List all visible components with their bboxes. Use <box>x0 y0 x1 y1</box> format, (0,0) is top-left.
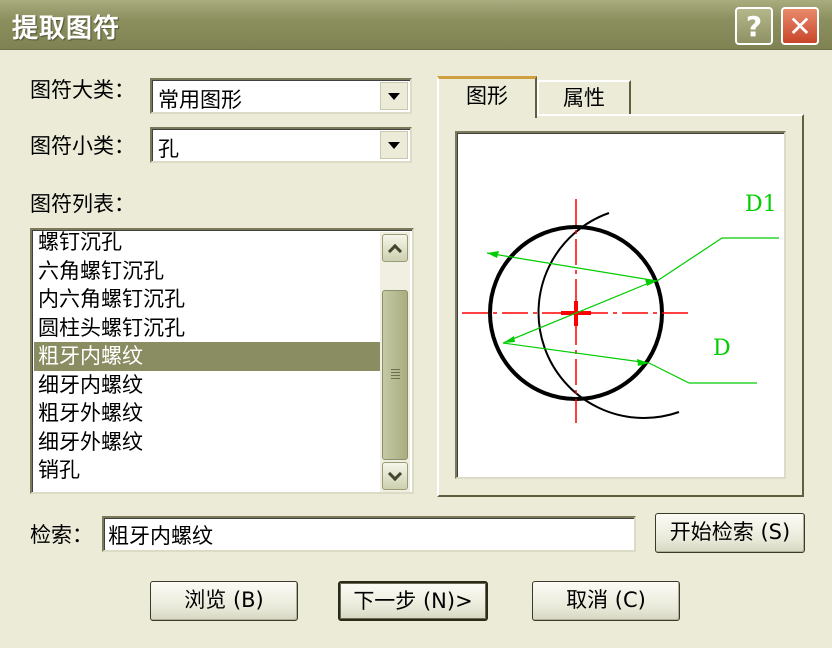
help-button[interactable]: ? <box>735 7 773 45</box>
d1-dimension-line <box>486 252 658 282</box>
vertical-scrollbar[interactable] <box>380 232 410 492</box>
d-label: D <box>713 336 731 361</box>
chevron-down-icon <box>387 466 403 481</box>
category-dropdown-button[interactable] <box>380 82 408 110</box>
subcategory-label: 图符小类： <box>30 134 135 158</box>
symbol-list-items: 螺钉沉孔 六角螺钉沉孔 内六角螺钉沉孔 圆柱头螺钉沉孔 粗牙内螺纹 细牙内螺纹 … <box>34 230 380 485</box>
close-icon: ✕ <box>788 9 812 43</box>
symbol-preview: D1 D <box>455 131 786 479</box>
grip-line <box>391 369 400 370</box>
category-select[interactable]: 常用图形 <box>150 78 412 114</box>
symbol-list-label: 图符列表： <box>30 192 135 216</box>
scroll-up-button[interactable] <box>382 234 408 262</box>
subcategory-dropdown-button[interactable] <box>380 131 408 159</box>
symbol-listbox[interactable]: 螺钉沉孔 六角螺钉沉孔 内六角螺钉沉孔 圆柱头螺钉沉孔 粗牙内螺纹 细牙内螺纹 … <box>30 228 414 494</box>
d1-label: D1 <box>745 192 777 217</box>
start-search-button[interactable]: 开始检索 (S) <box>655 513 805 553</box>
search-input[interactable]: 粗牙内螺纹 <box>102 516 636 552</box>
chevron-down-icon <box>388 141 400 149</box>
grip-line <box>391 372 400 373</box>
chevron-up-icon <box>387 243 403 258</box>
window-title: 提取图符 <box>12 14 121 44</box>
browse-button[interactable]: 浏览 (B) <box>150 581 298 621</box>
grip-line <box>391 378 400 379</box>
list-item[interactable]: 六角螺钉沉孔 <box>34 257 380 286</box>
close-button[interactable]: ✕ <box>781 7 819 45</box>
list-item[interactable]: 内六角螺钉沉孔 <box>34 285 380 314</box>
search-label: 检索： <box>30 523 93 547</box>
list-item[interactable]: 销孔 <box>34 456 380 485</box>
next-button[interactable]: 下一步 (N)> <box>338 581 488 621</box>
list-item[interactable]: 粗牙外螺纹 <box>34 399 380 428</box>
d-leader <box>648 362 690 384</box>
list-item[interactable]: 螺钉沉孔 <box>34 230 380 257</box>
help-icon: ? <box>745 9 763 43</box>
chevron-down-icon <box>388 92 400 100</box>
list-item[interactable]: 细牙内螺纹 <box>34 371 380 400</box>
arrowhead <box>503 336 515 343</box>
extract-symbol-dialog: 提取图符 ? ✕ 图符大类： 常用图形 图符小类： 孔 图符列表： 螺钉沉孔 六… <box>0 0 832 648</box>
list-item[interactable]: 圆柱头螺钉沉孔 <box>34 314 380 343</box>
tab-properties[interactable]: 属性 <box>537 80 631 116</box>
tab-graphic[interactable]: 图形 <box>437 76 537 118</box>
grip-line <box>391 375 400 376</box>
list-item[interactable]: 细牙外螺纹 <box>34 428 380 457</box>
title-bar: 提取图符 ? ✕ <box>0 0 832 50</box>
scroll-thumb[interactable] <box>382 290 408 460</box>
scroll-down-button[interactable] <box>382 462 408 490</box>
list-item-selected[interactable]: 粗牙内螺纹 <box>34 342 380 371</box>
arrowhead <box>487 251 499 258</box>
cancel-button[interactable]: 取消 (C) <box>532 581 680 621</box>
subcategory-select[interactable]: 孔 <box>150 127 412 163</box>
d1-leader <box>656 237 723 282</box>
category-value: 常用图形 <box>158 88 242 112</box>
category-label: 图符大类： <box>30 78 135 102</box>
preview-drawing: D1 D <box>462 192 779 423</box>
outer-thread-arc <box>537 212 680 419</box>
subcategory-value: 孔 <box>158 137 179 161</box>
